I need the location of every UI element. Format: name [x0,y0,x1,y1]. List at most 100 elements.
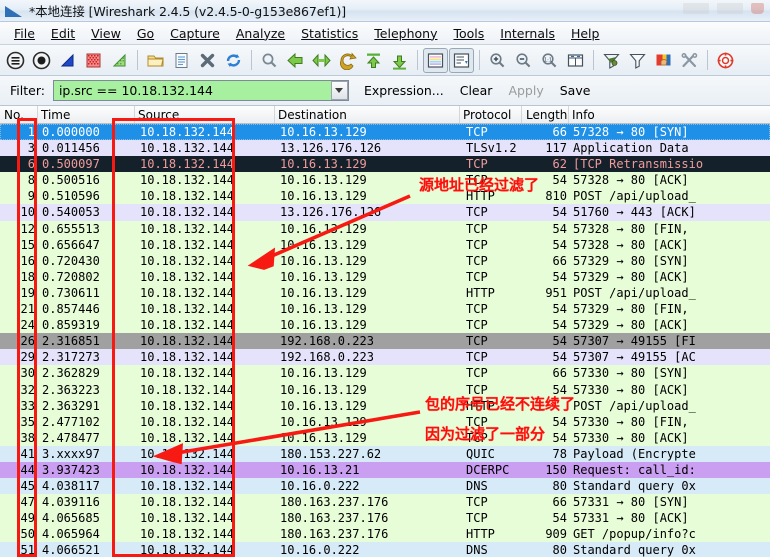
preferences-icon[interactable] [677,48,702,73]
packet-no: 19 [20,285,35,300]
table-row[interactable]: 38 2.478477 10.18.132.144 10.16.13.129 TCP 54… [0,429,770,446]
packet-protocol: TCP [466,302,488,317]
table-row[interactable]: 15 0.656647 10.18.132.144 10.16.13.129 TCP 54… [0,236,770,253]
column-header-info[interactable]: Info [569,106,769,123]
table-row[interactable]: 19 0.730611 10.18.132.144 10.16.13.129 HTTP 9… [0,284,770,302]
packet-destination: 10.16.13.129 [280,125,367,139]
apply-filter-button[interactable]: Apply [500,81,551,100]
go-to-first-icon[interactable] [361,48,386,73]
table-row[interactable]: 10 0.540053 10.18.132.144 13.126.176.126 TCP… [0,204,770,221]
filter-input[interactable]: ip.src == 10.18.132.144 [54,83,213,98]
resize-columns-icon[interactable] [563,48,588,73]
menu-capture[interactable]: Capture [162,24,228,43]
table-row[interactable]: 49 4.065685 10.18.132.144 180.163.237.176 TC… [0,510,770,527]
save-file-icon[interactable] [169,48,194,73]
table-row[interactable]: 30 2.362829 10.18.132.144 10.16.13.129 TCP 66… [0,365,770,382]
start-capture-icon[interactable] [3,48,28,73]
table-row[interactable]: 1 0.000000 10.18.132.144 10.16.13.129 TCP 66 5… [0,124,770,141]
zoom-reset-icon[interactable]: 1:1 [537,48,562,73]
expression-button[interactable]: Expression... [356,81,452,100]
table-row[interactable]: 26 2.316851 10.18.132.144 192.168.0.223 TCP 5… [0,333,770,350]
help-contents-icon[interactable] [713,48,738,73]
table-row[interactable]: 24 0.859319 10.18.132.144 10.16.13.129 TCP 54… [0,317,770,334]
auto-scroll-icon[interactable] [449,47,474,73]
display-filter-dialog-icon[interactable] [625,48,650,73]
open-file-icon[interactable] [143,48,168,73]
menu-view[interactable]: View [83,24,129,43]
close-file-icon[interactable] [195,48,220,73]
table-row[interactable]: 50 4.065964 10.18.132.144 180.163.237.176 HT… [0,526,770,543]
maximize-icon[interactable] [717,3,743,14]
coloring-rules-icon[interactable] [651,48,676,73]
table-row[interactable]: 33 2.363291 10.18.132.144 10.16.13.129 HTTP P… [0,397,770,414]
packet-no: 50 [20,527,35,542]
table-row[interactable]: 12 0.655513 10.18.132.144 10.16.13.129 TCP 54… [0,220,770,237]
go-forward-icon[interactable] [309,48,334,73]
column-header-length[interactable]: Length [522,106,569,123]
close-icon[interactable] [751,3,764,14]
column-header-source[interactable]: Source [135,106,275,123]
table-row[interactable]: 9 0.510596 10.18.132.144 10.16.13.129 HTTP 81… [0,188,770,205]
table-row[interactable]: 8 0.500516 10.18.132.144 10.16.13.129 TCP 54 5… [0,172,770,189]
packet-time: 0.540053 [42,205,100,220]
zoom-out-icon[interactable] [511,48,536,73]
table-row[interactable]: 45 4.038117 10.18.132.144 10.16.0.222 DNS 80 S… [0,478,770,495]
capture-options-icon[interactable] [81,48,106,73]
restart-capture-icon[interactable] [55,48,80,73]
menu-analyze[interactable]: Analyze [228,24,293,43]
menu-telephony[interactable]: Telephony [366,24,445,43]
menu-telephony-label: Telephony [374,25,438,41]
chevron-down-icon [335,88,344,93]
packet-length: 66 [552,495,567,510]
packet-no: 10 [20,205,35,220]
table-row[interactable]: 16 0.720430 10.18.132.144 10.16.13.129 TCP 66… [0,252,770,269]
table-row[interactable]: 35 2.477102 10.18.132.144 10.16.13.129 TCP 54… [0,413,770,430]
wireshark-window: *本地连接 [Wireshark 2.4.5 (v2.4.5-0-g153e86… [0,0,770,557]
table-row[interactable]: 44 3.937423 10.18.132.144 10.16.13.21 DCERPC… [0,461,770,479]
column-header-no[interactable]: No. [0,106,38,123]
column-header-protocol[interactable]: Protocol [460,106,522,123]
packet-protocol: TCP [466,125,488,139]
minimize-icon[interactable] [683,3,709,14]
colorize-icon[interactable] [423,47,448,73]
filter-history-dropdown[interactable] [330,81,348,100]
go-back-icon[interactable] [283,48,308,73]
menu-help[interactable]: Help [563,24,608,43]
zoom-in-icon[interactable] [485,48,510,73]
filter-input-wrapper[interactable]: ip.src == 10.18.132.144 [52,80,349,101]
table-row[interactable]: 47 4.039116 10.18.132.144 180.163.237.176 TC… [0,494,770,511]
packet-destination: 10.16.13.129 [280,366,367,381]
stop-capture-icon[interactable] [29,48,54,73]
go-to-last-icon[interactable] [387,48,412,73]
menu-statistics[interactable]: Statistics [293,24,366,43]
capture-filter-dialog-icon[interactable] [599,48,624,73]
save-filter-button[interactable]: Save [552,81,599,100]
table-row[interactable]: 51 4.066521 10.18.132.144 10.16.0.222 DNS 80 S… [0,542,770,557]
clear-filter-button[interactable]: Clear [452,81,501,100]
go-to-packet-icon[interactable] [335,48,360,73]
table-row[interactable]: 18 0.720802 10.18.132.144 10.16.13.129 TCP 54… [0,268,770,285]
table-row[interactable]: 6 0.500097 10.18.132.144 10.16.13.129 TCP 62 [… [0,156,770,173]
column-header-time[interactable]: Time [38,106,135,123]
packet-time: 4.065964 [42,527,100,542]
packet-no: 15 [20,237,35,252]
column-header-destination[interactable]: Destination [275,106,460,123]
packet-length: 66 [552,125,567,139]
table-row[interactable]: 32 2.363223 10.18.132.144 10.16.13.129 TCP 54… [0,381,770,398]
packet-source: 10.18.132.144 [140,125,234,139]
menu-tools[interactable]: Tools [445,24,492,43]
table-row[interactable]: 29 2.317273 10.18.132.144 192.168.0.223 TCP 5… [0,349,770,366]
packet-list-body: 1 0.000000 10.18.132.144 10.16.13.129 TCP 66 5… [0,124,770,557]
menu-go[interactable]: Go [129,24,162,43]
menu-internals[interactable]: Internals [492,24,563,43]
menu-edit[interactable]: Edit [43,24,83,43]
menu-internals-label: Internals [500,25,555,41]
capture-filters-icon[interactable] [107,48,132,73]
reload-icon[interactable] [221,48,246,73]
table-row[interactable]: 3 0.011456 10.18.132.144 13.126.176.126 TLSv… [0,140,770,157]
packet-info: Application Data [573,141,689,156]
table-row[interactable]: 41 3.xxxx97 10.18.132.144 180.153.227.62 QUI… [0,445,770,462]
table-row[interactable]: 21 0.857446 10.18.132.144 10.16.13.129 TCP 54… [0,301,770,318]
menu-file[interactable]: File [6,24,43,43]
find-packet-icon[interactable] [257,48,282,73]
